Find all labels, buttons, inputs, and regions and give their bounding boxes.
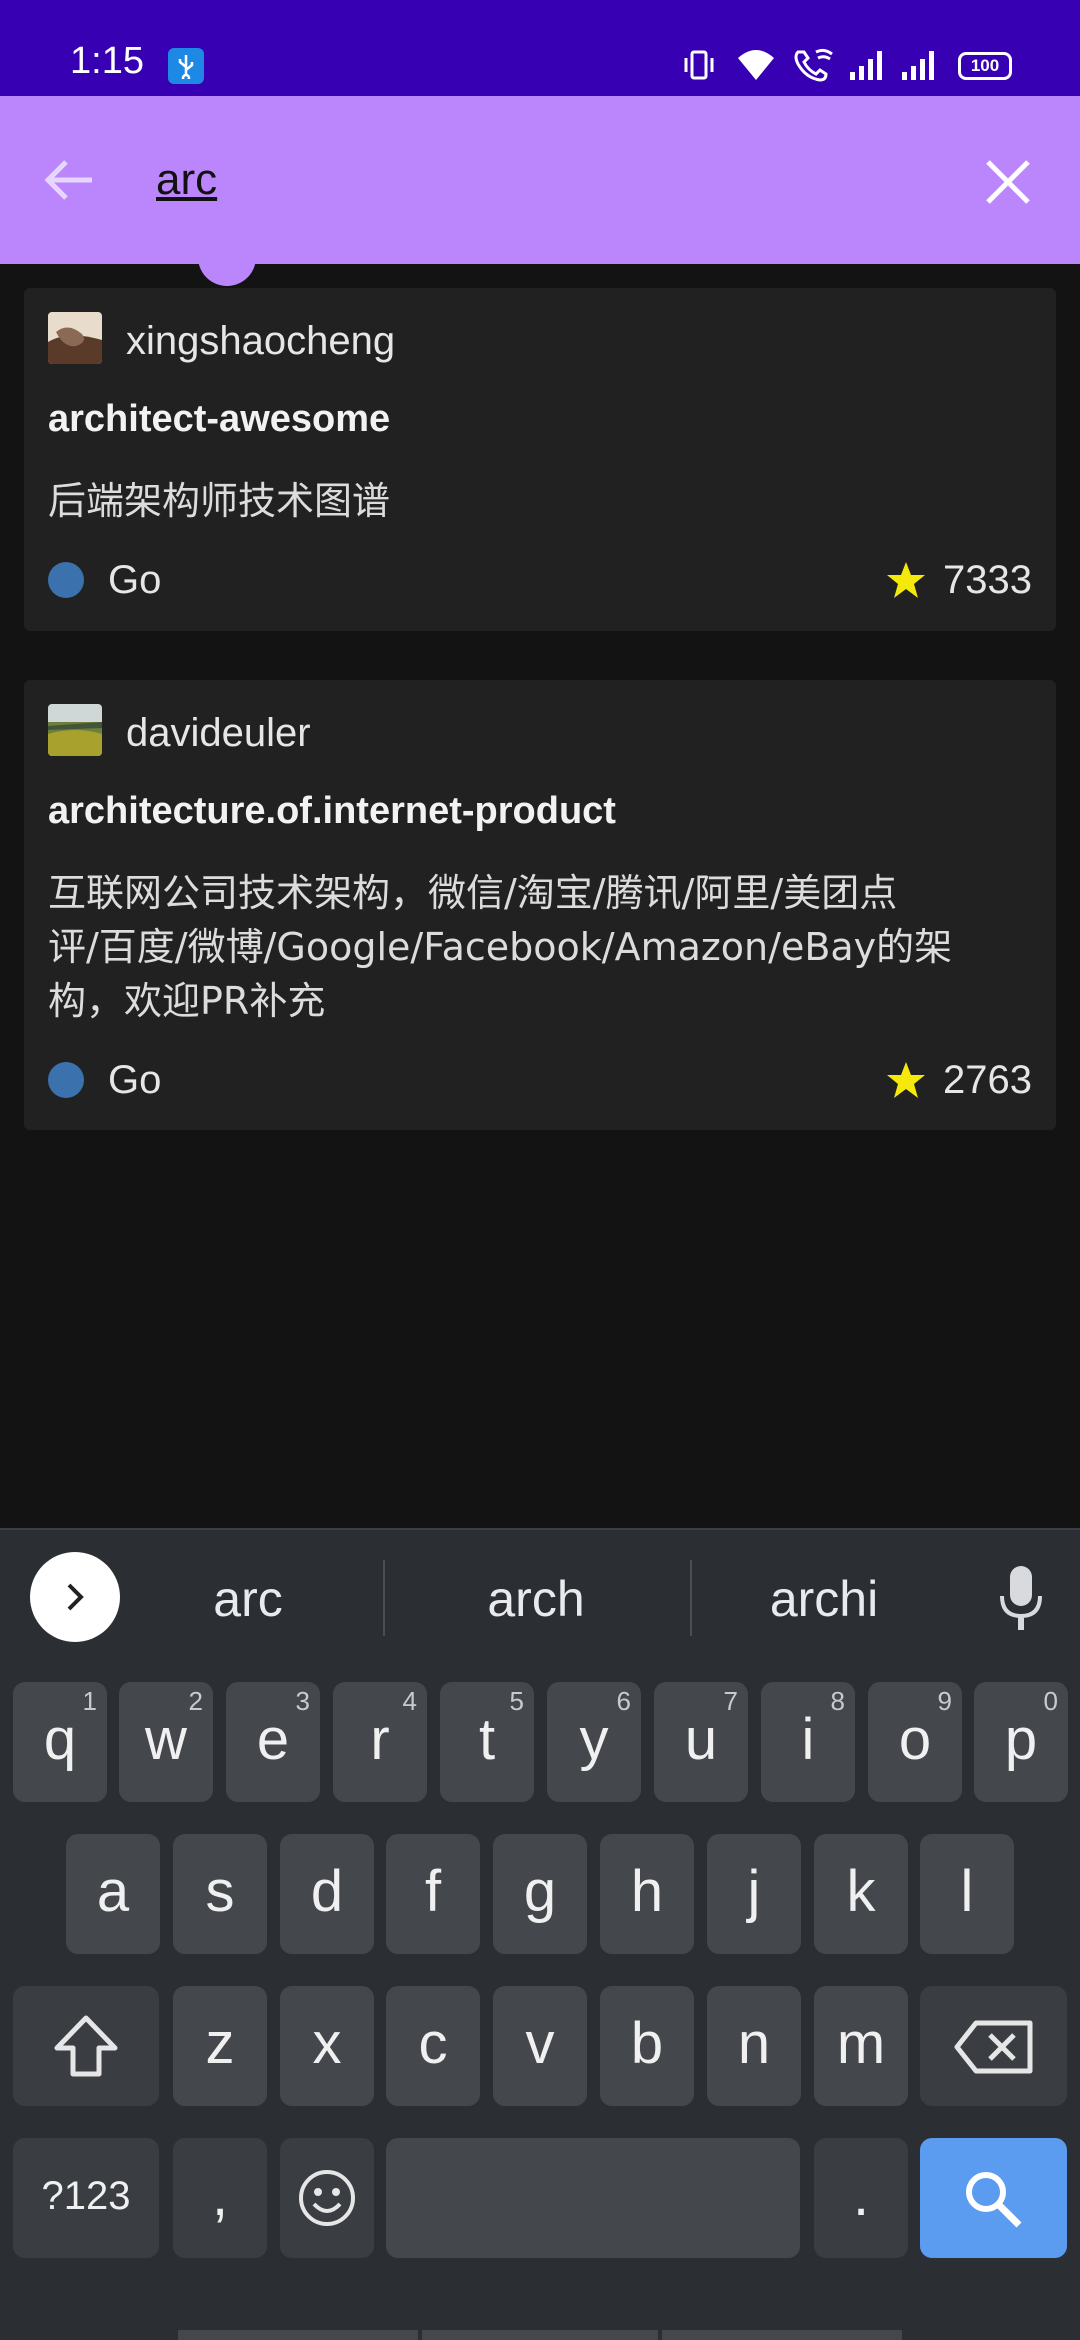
key-v[interactable]: v <box>493 1986 587 2106</box>
key-u[interactable]: u7 <box>654 1682 748 1802</box>
expand-toolbar-button[interactable] <box>30 1552 120 1642</box>
key-j[interactable]: j <box>707 1834 801 1954</box>
wifi-call-icon <box>794 48 833 82</box>
nav-handle-left <box>178 2330 418 2340</box>
description-line: 后端架构师技术图谱 <box>48 479 391 523</box>
key-i[interactable]: i8 <box>761 1682 855 1802</box>
emoji-icon <box>299 2170 355 2226</box>
signal-2-icon <box>902 51 934 80</box>
key-f[interactable]: f <box>386 1834 480 1954</box>
key-b[interactable]: b <box>600 1986 694 2106</box>
mic-icon[interactable] <box>996 1564 1046 1634</box>
space-key[interactable] <box>386 2138 800 2258</box>
shift-key[interactable] <box>13 1986 159 2106</box>
key-c[interactable]: c <box>386 1986 480 2106</box>
owner-name[interactable]: davideuler <box>126 711 311 756</box>
status-icons <box>660 44 1080 90</box>
repo-name[interactable]: architect-awesome <box>48 398 390 441</box>
key-l[interactable]: l <box>920 1834 1014 1954</box>
language-label: Go <box>108 558 162 602</box>
navigation-bar <box>0 2296 1080 2340</box>
vibrate-icon <box>684 50 714 80</box>
shift-icon <box>54 2015 118 2077</box>
backspace-icon <box>954 2020 1033 2074</box>
search-app-bar <box>0 96 1080 264</box>
scroll-handle[interactable] <box>198 250 256 286</box>
key-g[interactable]: g <box>493 1834 587 1954</box>
language-color-dot <box>48 562 84 598</box>
owner-avatar <box>48 704 102 756</box>
search-icon <box>966 2172 1022 2228</box>
language-label: Go <box>108 1058 162 1102</box>
owner-name[interactable]: xingshaocheng <box>126 319 395 364</box>
nav-handle-right <box>662 2330 902 2340</box>
search-key[interactable] <box>920 2138 1067 2258</box>
owner-avatar <box>48 312 102 364</box>
close-icon[interactable] <box>980 154 1036 210</box>
key-q[interactable]: q1 <box>13 1682 107 1802</box>
suggestion-item[interactable]: archi <box>726 1570 922 1628</box>
key-d[interactable]: d <box>280 1834 374 1954</box>
period-key[interactable]: . <box>814 2138 908 2258</box>
emoji-key[interactable] <box>280 2138 374 2258</box>
backspace-key[interactable] <box>920 1986 1067 2106</box>
key-a[interactable]: a <box>66 1834 160 1954</box>
battery-indicator: 100 <box>958 52 1012 80</box>
star-count: 2763 <box>943 1058 1032 1102</box>
suggestion-item[interactable]: arc <box>150 1570 346 1628</box>
repo-description: 互联网公司技术架构，微信/淘宝/腾讯/阿里/美团点 评/百度/微博/Google… <box>48 866 1028 1028</box>
star-icon <box>887 1062 925 1098</box>
back-arrow-icon[interactable] <box>40 150 100 210</box>
signal-1-icon <box>850 51 882 80</box>
language-color-dot <box>48 1062 84 1098</box>
star-icon <box>887 562 925 598</box>
chevron-right-icon <box>67 1583 84 1611</box>
key-x[interactable]: x <box>280 1986 374 2106</box>
suggestion-item[interactable]: arch <box>438 1570 634 1628</box>
key-w[interactable]: w2 <box>119 1682 213 1802</box>
suggestion-divider <box>690 1560 692 1636</box>
key-e[interactable]: e3 <box>226 1682 320 1802</box>
repo-name[interactable]: architecture.of.internet-product <box>48 790 616 833</box>
description-line: 互联网公司技术架构，微信/淘宝/腾讯/阿里/美团点 <box>48 871 898 915</box>
symbols-key[interactable]: ?123 <box>13 2138 159 2258</box>
key-z[interactable]: z <box>173 1986 267 2106</box>
description-line: 评/百度/微博/Google/Facebook/Amazon/eBay的架 <box>48 925 953 969</box>
status-bar: 1:15 100 <box>0 0 1080 96</box>
repo-description: 后端架构师技术图谱 <box>48 474 1028 528</box>
key-h[interactable]: h <box>600 1834 694 1954</box>
repo-card[interactable]: davideuler architecture.of.internet-prod… <box>24 680 1056 1130</box>
status-time: 1:15 <box>70 40 144 82</box>
search-input[interactable] <box>156 148 956 212</box>
soft-keyboard: arc arch archi q1 w2 e3 r4 t5 y6 u7 i8 o… <box>0 1528 1080 2340</box>
key-y[interactable]: y6 <box>547 1682 641 1802</box>
key-r[interactable]: r4 <box>333 1682 427 1802</box>
key-n[interactable]: n <box>707 1986 801 2106</box>
screen: 1:15 100 xingshaocheng architect-awesome… <box>0 0 1080 2340</box>
key-m[interactable]: m <box>814 1986 908 2106</box>
key-k[interactable]: k <box>814 1834 908 1954</box>
suggestion-strip: arc arch archi <box>0 1528 1080 1662</box>
star-count: 7333 <box>943 558 1032 602</box>
usb-icon <box>168 48 204 84</box>
comma-key[interactable]: , <box>173 2138 267 2258</box>
repo-card[interactable]: xingshaocheng architect-awesome 后端架构师技术图… <box>24 288 1056 631</box>
nav-handle-center[interactable] <box>422 2330 658 2340</box>
key-o[interactable]: o9 <box>868 1682 962 1802</box>
suggestion-divider <box>383 1560 385 1636</box>
wifi-icon <box>738 50 774 80</box>
description-line: 构，欢迎PR补充 <box>48 979 326 1023</box>
key-p[interactable]: p0 <box>974 1682 1068 1802</box>
key-s[interactable]: s <box>173 1834 267 1954</box>
key-t[interactable]: t5 <box>440 1682 534 1802</box>
